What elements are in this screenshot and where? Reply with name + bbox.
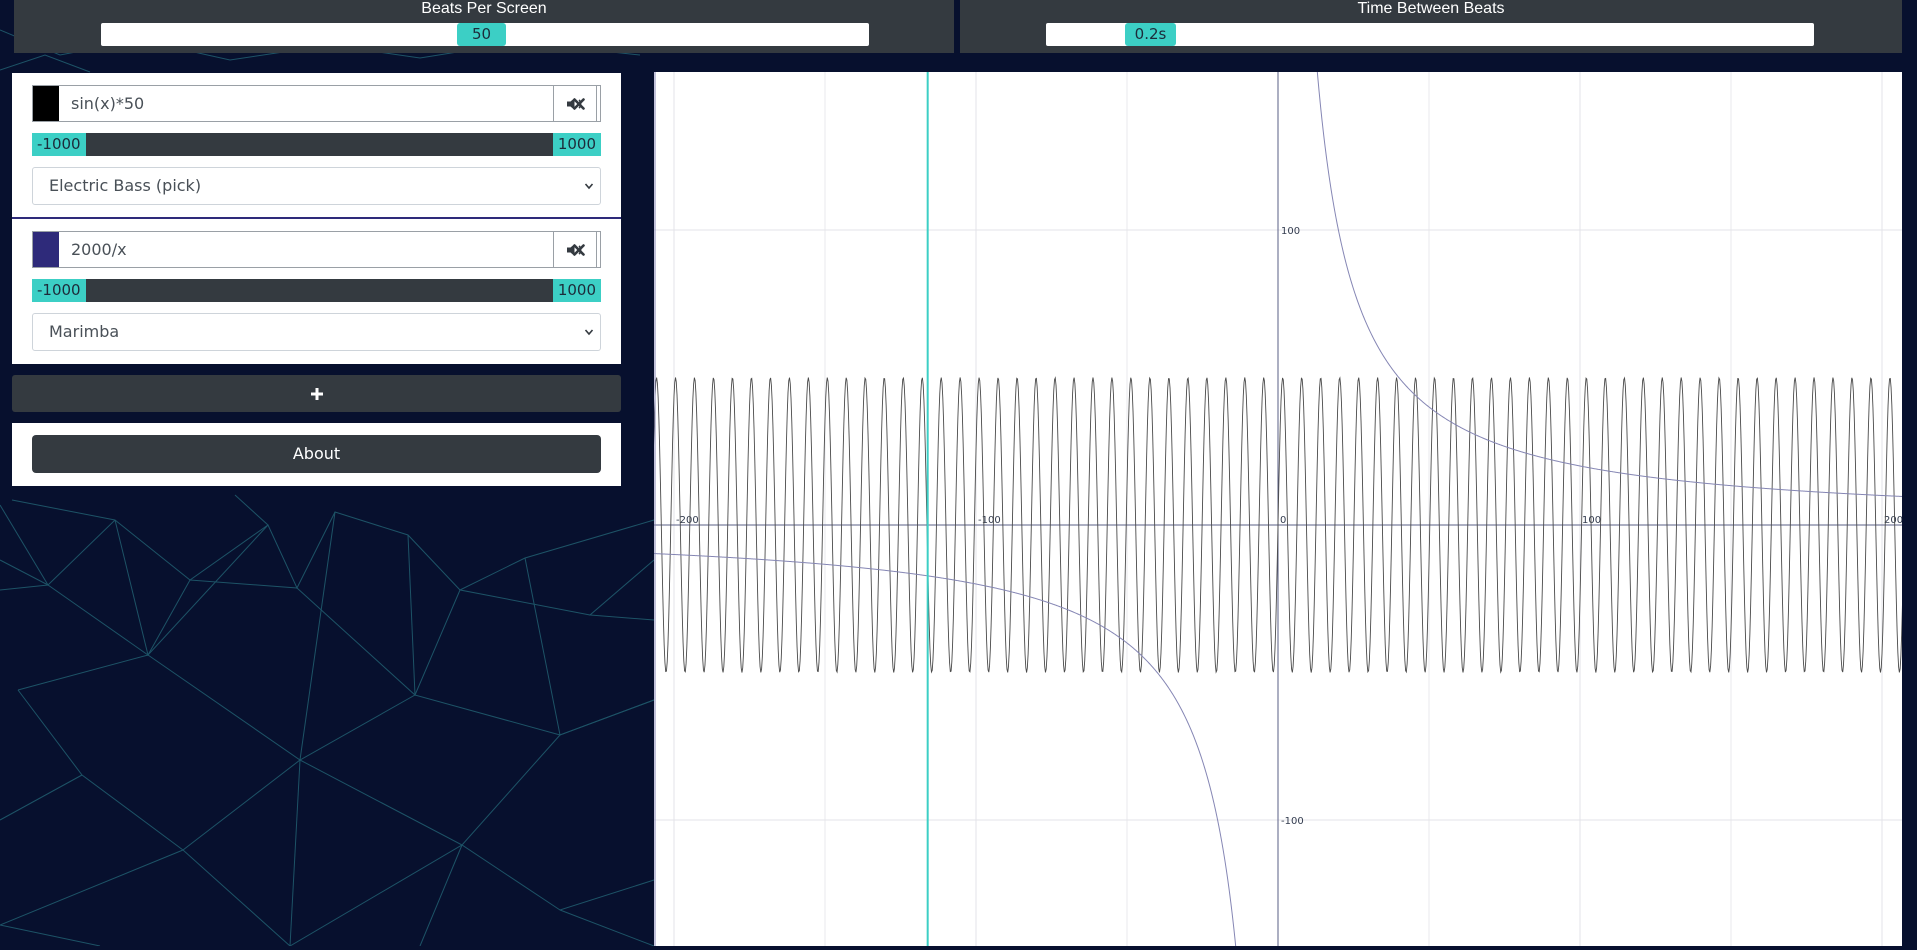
equation-row: 2000/x bbox=[32, 231, 601, 268]
chevron-down-icon bbox=[584, 168, 594, 217]
instrument-selected: Electric Bass (pick) bbox=[49, 176, 202, 195]
color-swatch[interactable] bbox=[33, 232, 59, 267]
range-slider[interactable]: -1000 1000 bbox=[32, 133, 601, 156]
range-min-handle[interactable]: -1000 bbox=[32, 133, 86, 156]
close-icon bbox=[572, 243, 585, 256]
about-card: About bbox=[12, 423, 621, 486]
x-tick-label: 0 bbox=[1280, 515, 1286, 526]
graph-canvas[interactable]: -200 -100 0 100 200 100 -100 bbox=[522, 56, 1917, 950]
beats-per-screen-thumb[interactable]: 50 bbox=[457, 23, 506, 46]
close-icon bbox=[572, 97, 585, 110]
instrument-select[interactable]: Electric Bass (pick) bbox=[32, 167, 601, 205]
y-tick-label: -100 bbox=[1281, 816, 1304, 827]
beats-per-screen-label: Beats Per Screen bbox=[421, 0, 547, 17]
equation-input[interactable]: 2000/x bbox=[59, 232, 554, 267]
time-between-beats-panel: Time Between Beats 0.2s bbox=[960, 0, 1902, 53]
time-between-beats-label: Time Between Beats bbox=[1357, 0, 1505, 17]
x-tick-label: -100 bbox=[978, 515, 1001, 526]
equation-row: sin(x)*50 bbox=[32, 85, 601, 122]
add-equation-button[interactable] bbox=[12, 375, 621, 412]
about-button[interactable]: About bbox=[32, 435, 601, 473]
time-between-beats-thumb[interactable]: 0.2s bbox=[1125, 23, 1176, 46]
x-tick-label: -200 bbox=[676, 515, 699, 526]
plus-icon bbox=[310, 387, 323, 400]
remove-equation-button[interactable] bbox=[556, 86, 601, 121]
chevron-down-icon bbox=[584, 314, 594, 363]
x-tick-label: 200 bbox=[1884, 515, 1902, 526]
range-min-handle[interactable]: -1000 bbox=[32, 279, 86, 302]
beats-per-screen-slider[interactable]: 50 bbox=[101, 23, 869, 46]
beats-per-screen-panel: Beats Per Screen 50 bbox=[14, 0, 954, 53]
function-graph[interactable]: -200 -100 0 100 200 100 -100 bbox=[522, 56, 1917, 950]
color-swatch[interactable] bbox=[33, 86, 59, 121]
equation-card: sin(x)*50 -1000 1000 Electric Bass (pick… bbox=[12, 73, 621, 218]
y-tick-label: 100 bbox=[1281, 226, 1300, 237]
range-slider[interactable]: -1000 1000 bbox=[32, 279, 601, 302]
x-tick-label: 100 bbox=[1582, 515, 1601, 526]
instrument-selected: Marimba bbox=[49, 322, 120, 341]
remove-equation-button[interactable] bbox=[556, 232, 601, 267]
instrument-select[interactable]: Marimba bbox=[32, 313, 601, 351]
equation-card: 2000/x -1000 1000 Marimba bbox=[12, 219, 621, 364]
range-max-handle[interactable]: 1000 bbox=[552, 279, 601, 302]
time-between-beats-slider[interactable]: 0.2s bbox=[1046, 23, 1814, 46]
range-max-handle[interactable]: 1000 bbox=[552, 133, 601, 156]
curve-reciprocal bbox=[1315, 56, 1917, 498]
curve-reciprocal bbox=[628, 551, 1237, 950]
equation-input[interactable]: sin(x)*50 bbox=[59, 86, 554, 121]
